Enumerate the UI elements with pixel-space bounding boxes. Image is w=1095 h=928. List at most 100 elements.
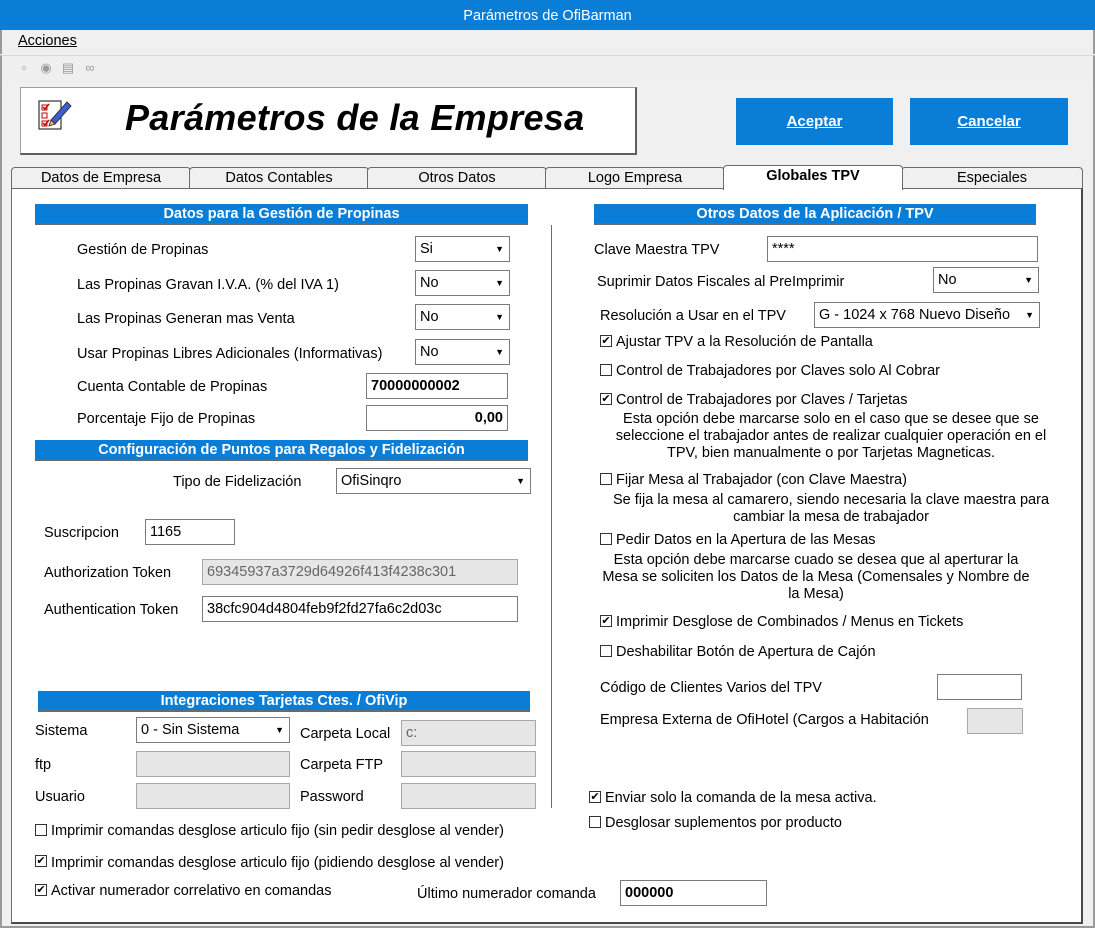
page-title: Parámetros de la Empresa [125,97,585,138]
desglosar-suplementos-label: Desglosar suplementos por producto [605,815,842,831]
suprimir-fiscales-select[interactable]: No ▼ [933,267,1039,293]
ajustar-label: Ajustar TPV a la Resolución de Pantalla [616,334,873,350]
view-icon[interactable]: ◉ [38,60,54,76]
empresa-externa-label: Empresa Externa de OfiHotel (Cargos a Ha… [600,712,929,728]
propinas-venta-value: No [420,309,439,325]
tab-otros-datos[interactable]: Otros Datos [367,167,547,189]
resolucion-label: Resolución a Usar en el TPV [600,308,786,324]
clave-maestra-label: Clave Maestra TPV [594,242,720,258]
control-claves-checkbox[interactable]: ✔ [600,393,612,405]
propinas-libres-select[interactable]: No ▼ [415,339,510,365]
binoculars-icon[interactable]: ∞ [82,60,98,76]
ftp-input [136,751,290,777]
suprimir-fiscales-value: No [938,272,957,288]
chevron-down-icon: ▼ [495,312,504,322]
chevron-down-icon: ▼ [1024,275,1033,285]
menu-acciones[interactable]: Acciones [18,33,77,49]
sistema-label: Sistema [35,723,88,739]
control-claves-note: Esta opción debe marcarse solo en el cas… [596,411,1066,462]
note-line: TPV, bien manualmente o por Tarjetas Mag… [666,445,996,461]
chevron-down-icon: ▼ [495,347,504,357]
sistema-value: 0 - Sin Sistema [141,722,240,738]
header-panel: Parámetros de la Empresa [20,87,637,155]
tab-datos-contables[interactable]: Datos Contables [189,167,369,189]
suprimir-fiscales-label: Suprimir Datos Fiscales al PreImprimir [597,274,845,290]
section-integraciones: Integraciones Tarjetas Ctes. / OfiVip [38,691,530,712]
note-line: la Mesa) [788,586,844,602]
note-line: cambiar la mesa de trabajador [733,509,929,525]
chevron-down-icon: ▼ [1025,310,1034,320]
propinas-venta-label: Las Propinas Generan mas Venta [77,311,295,327]
menu-bar: Acciones [0,30,1095,54]
desglose-pidiendo-checkbox[interactable]: ✔ [35,855,47,867]
imprimir-desglose-checkbox[interactable]: ✔ [600,615,612,627]
tab-datos-empresa[interactable]: Datos de Empresa [11,167,191,189]
authorization-token-input: 69345937a3729d64926f413f4238c301 [202,559,518,585]
ultimo-numerador-label: Último numerador comanda [417,886,596,902]
codigo-clientes-input[interactable] [937,674,1022,700]
propinas-venta-select[interactable]: No ▼ [415,304,510,330]
tab-logo-empresa[interactable]: Logo Empresa [545,167,725,189]
desglose-sin-pedir-checkbox[interactable] [35,824,47,836]
tab-globales-tpv[interactable]: Globales TPV [723,165,903,190]
numerador-label: Activar numerador correlativo en comanda… [51,883,332,899]
codigo-clientes-label: Código de Clientes Varios del TPV [600,680,822,696]
propinas-iva-select[interactable]: No ▼ [415,270,510,296]
control-cobrar-label: Control de Trabajadores por Claves solo … [616,363,940,379]
cancel-button[interactable]: Cancelar [910,98,1068,145]
porcentaje-propinas-input[interactable]: 0,00 [366,405,508,431]
authentication-token-input[interactable]: 38cfc904d4804feb9f2fd27fa6c2d03c [202,596,518,622]
desglose-pidiendo-label: Imprimir comandas desglose articulo fijo… [51,855,504,871]
ftp-label: ftp [35,757,52,773]
authorization-token-label: Authorization Token [44,565,172,581]
cuenta-propinas-label: Cuenta Contable de Propinas [77,379,268,395]
new-icon[interactable]: ▫ [16,60,32,76]
gestion-propinas-label: Gestión de Propinas [77,242,209,258]
desglose-sin-pedir-label: Imprimir comandas desglose articulo fijo… [51,823,504,839]
ultimo-numerador-input[interactable]: 000000 [620,880,767,906]
section-otros-datos: Otros Datos de la Aplicación / TPV [594,204,1036,225]
control-cobrar-checkbox[interactable] [600,364,612,376]
note-line: Esta opción debe marcarse solo en el cas… [623,411,1039,427]
fijar-mesa-label: Fijar Mesa al Trabajador (con Clave Maes… [616,472,907,488]
sistema-select[interactable]: 0 - Sin Sistema ▼ [136,717,290,743]
enviar-comanda-checkbox[interactable]: ✔ [589,791,601,803]
accept-button[interactable]: Aceptar [736,98,893,145]
note-line: Se fija la mesa al camarero, siendo nece… [612,492,1050,508]
desglosar-suplementos-checkbox[interactable] [589,816,601,828]
tipo-fidelizacion-value: OfiSinqro [341,473,402,489]
password-label: Password [300,789,364,805]
resolucion-select[interactable]: G - 1024 x 768 Nuevo Diseño ▼ [814,302,1040,328]
usuario-input [136,783,290,809]
tab-especiales[interactable]: Especiales [901,167,1083,189]
checklist-icon [37,98,73,132]
gestion-propinas-select[interactable]: Si ▼ [415,236,510,262]
pedir-datos-checkbox[interactable] [600,533,612,545]
pedir-datos-label: Pedir Datos en la Apertura de las Mesas [616,532,876,548]
suscripcion-label: Suscripcion [44,525,119,541]
clave-maestra-input[interactable]: **** [767,236,1038,262]
carpeta-local-input: c: [401,720,536,746]
password-input [401,783,536,809]
carpeta-local-label: Carpeta Local [300,726,391,742]
control-claves-label: Control de Trabajadores por Claves / Tar… [616,392,908,408]
resolucion-value: G - 1024 x 768 Nuevo Diseño [819,307,1011,323]
empresa-externa-input [967,708,1023,734]
fijar-mesa-checkbox[interactable] [600,473,612,485]
print-icon[interactable]: ▤ [60,60,76,76]
tipo-fidelizacion-select[interactable]: OfiSinqro ▼ [336,468,531,494]
note-line: Esta opción debe marcarse cuado se desea… [613,552,1019,568]
suscripcion-input[interactable]: 1165 [145,519,235,545]
chevron-down-icon: ▼ [495,278,504,288]
section-fidelizacion: Configuración de Puntos para Regalos y F… [35,440,528,461]
propinas-iva-value: No [420,275,439,291]
deshabilitar-cajon-label: Deshabilitar Botón de Apertura de Cajón [616,644,876,660]
cuenta-propinas-input[interactable]: 70000000002 [366,373,508,399]
numerador-checkbox[interactable]: ✔ [35,884,47,896]
ajustar-checkbox[interactable]: ✔ [600,335,612,347]
chevron-down-icon: ▼ [495,244,504,254]
fijar-mesa-note: Se fija la mesa al camarero, siendo nece… [596,492,1066,526]
chevron-down-icon: ▼ [516,476,525,486]
deshabilitar-cajon-checkbox[interactable] [600,645,612,657]
porcentaje-propinas-label: Porcentaje Fijo de Propinas [77,411,256,427]
